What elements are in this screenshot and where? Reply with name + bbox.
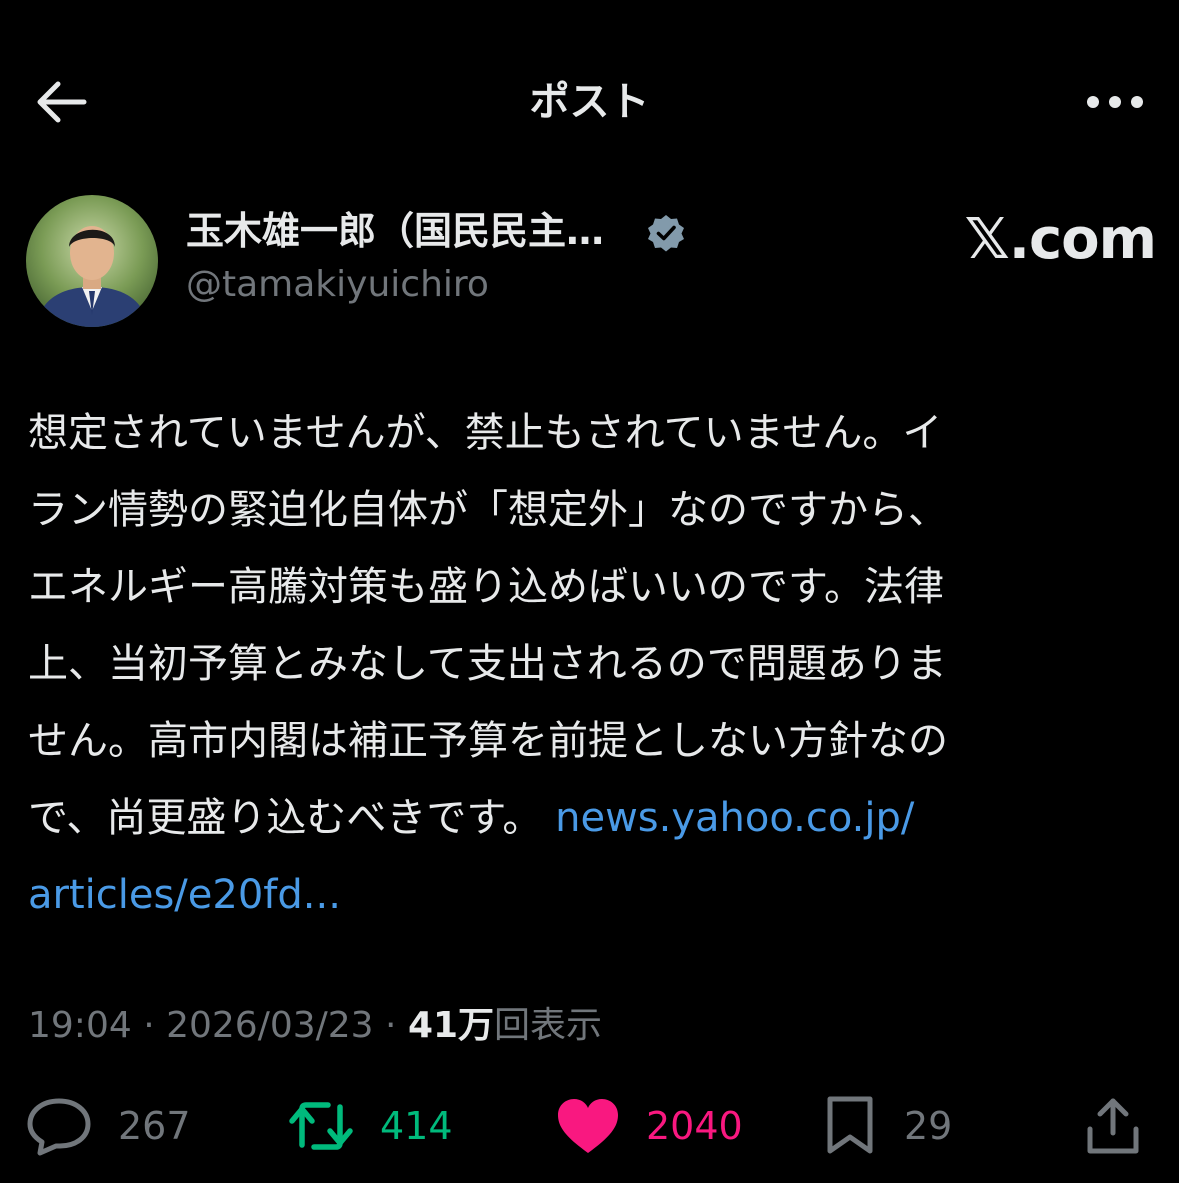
post-text-line-link: articles/e20fd...: [28, 857, 1148, 934]
repost-count: 414: [380, 1104, 453, 1148]
top-bar: ポスト: [0, 0, 1179, 200]
post-text-line: せん。高市内閣は補正予算を前提としない方針なの: [28, 718, 948, 764]
reply-button[interactable]: 267: [26, 1090, 191, 1162]
post-text-line-last: で、尚更盛り込むべきです。 news.yahoo.co.jp/: [28, 780, 1148, 857]
page-title: ポスト: [529, 79, 650, 125]
share-icon: [1087, 1098, 1139, 1154]
more-horizontal-icon: [1087, 96, 1143, 108]
post-text-tail: で、尚更盛り込むべきです。: [28, 795, 556, 841]
more-button[interactable]: [1079, 74, 1151, 130]
reply-count: 267: [118, 1104, 191, 1148]
article-link-continued[interactable]: articles/e20fd...: [28, 872, 341, 918]
share-button[interactable]: [1084, 1090, 1142, 1162]
post-date[interactable]: 2026/03/23: [166, 1005, 374, 1046]
post-text: 想定されていませんが、禁止もされていません。イ ラン情勢の緊迫化自体が「想定外」…: [28, 395, 1148, 934]
article-link[interactable]: news.yahoo.co.jp/: [555, 795, 914, 841]
repost-icon: [289, 1102, 353, 1150]
views-count: 41万: [407, 1005, 495, 1046]
bookmark-button[interactable]: 29: [822, 1090, 952, 1162]
reply-icon: [27, 1098, 91, 1156]
avatar[interactable]: [26, 195, 158, 327]
post-text-line: エネルギー高騰対策も盛り込めばいいのです。法律: [28, 564, 944, 610]
post-text-line: 想定されていませんが、禁止もされていません。イ: [28, 410, 943, 456]
post-text-line: 上、当初予算とみなして支出されるので問題ありま: [28, 641, 947, 687]
like-button[interactable]: 2040: [556, 1090, 743, 1162]
bookmark-count: 29: [904, 1104, 953, 1148]
heart-icon: [558, 1099, 618, 1153]
meta-separator: ·: [143, 1005, 167, 1046]
display-name[interactable]: 玉木雄一郎（国民民主…: [186, 205, 604, 257]
post-text-line: ラン情勢の緊迫化自体が「想定外」なのですから、: [28, 487, 948, 533]
user-handle[interactable]: @tamakiyuichiro: [186, 261, 489, 309]
repost-button[interactable]: 414: [288, 1090, 453, 1162]
verified-badge-icon: [648, 215, 684, 252]
views-label: 回表示: [494, 1005, 603, 1046]
action-bar: 267 414 2040 29: [26, 1090, 1156, 1162]
meta-separator: ·: [385, 1005, 408, 1046]
post-time[interactable]: 19:04: [28, 1005, 132, 1046]
post-meta: 19:04 · 2026/03/23 · 41万回表示: [28, 1000, 602, 1052]
post-author: 玉木雄一郎（国民民主… @tamakiyuichiro 𝕏.com: [26, 195, 1157, 330]
x-com-logo: 𝕏.com: [964, 207, 1157, 272]
like-count: 2040: [646, 1104, 743, 1148]
bookmark-icon: [827, 1096, 873, 1154]
